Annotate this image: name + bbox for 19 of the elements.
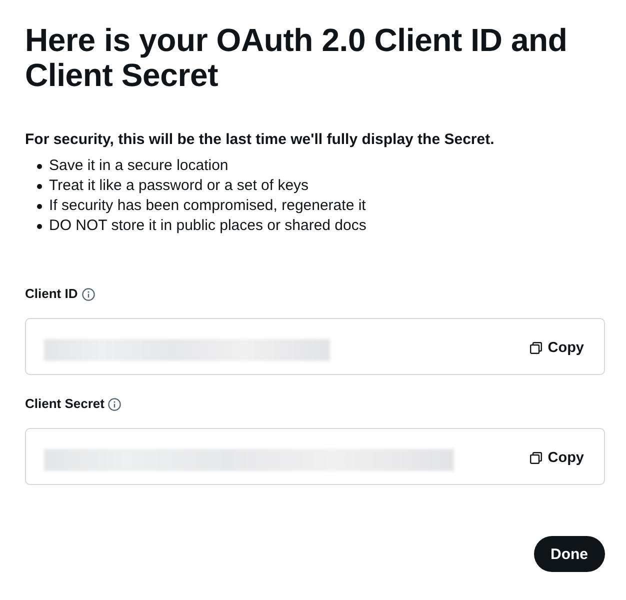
copy-icon	[530, 342, 542, 354]
bullet-icon	[37, 204, 42, 208]
page-title: Here is your OAuth 2.0 Client ID and Client Secret	[25, 23, 568, 93]
copy-button[interactable]: Copy	[530, 450, 584, 466]
done-button[interactable]: Done	[534, 536, 605, 572]
bullet-icon	[37, 184, 42, 188]
notice-item: If security has been compromised, regenerate it	[49, 196, 366, 216]
info-icon[interactable]	[108, 398, 122, 410]
copy-button[interactable]: Copy	[530, 340, 584, 356]
field-label: Client Secret	[25, 396, 104, 412]
notice-item: Save it in a secure location	[49, 156, 228, 176]
copy-icon	[530, 452, 542, 464]
bullet-icon	[37, 224, 42, 228]
info-icon[interactable]	[82, 288, 95, 300]
notice-item: DO NOT store it in public places or shared docs	[49, 216, 366, 236]
notice-item: Treat it like a password or a set of keys	[49, 176, 309, 196]
field-label: Client ID	[25, 286, 78, 302]
security-notice: For security, this will be the last time we'll fully display the Secret.	[25, 130, 494, 150]
bullet-icon	[37, 164, 42, 168]
